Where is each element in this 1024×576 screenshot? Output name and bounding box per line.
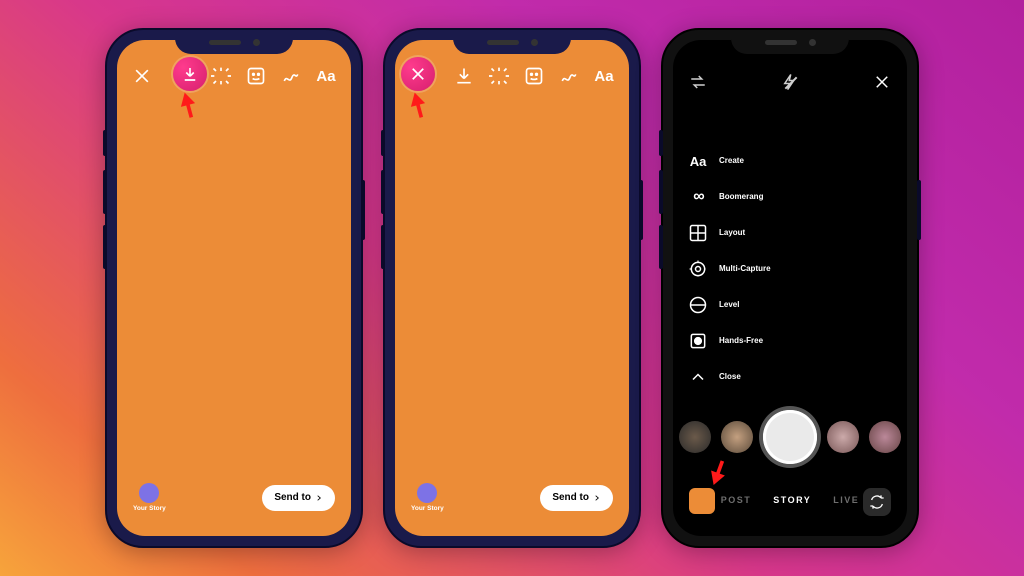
story-editor-screen: Aa Your Story Send to	[395, 40, 629, 536]
effects-icon[interactable]	[488, 65, 510, 87]
tool-layout[interactable]: Layout	[687, 222, 771, 244]
your-story-label: Your Story	[411, 506, 444, 513]
filter-thumb[interactable]	[721, 421, 753, 453]
tool-multi-capture[interactable]: Multi-Capture	[687, 258, 771, 280]
camera-tools-list: AaCreate ∞Boomerang Layout Multi-Capture…	[687, 150, 771, 388]
sticker-icon[interactable]	[523, 65, 545, 87]
notch	[453, 30, 571, 54]
highlight-ring-download	[173, 57, 207, 91]
pointer-arrow	[177, 90, 199, 120]
your-story-label: Your Story	[133, 506, 166, 513]
send-to-label: Send to	[274, 493, 311, 503]
pointer-arrow	[407, 90, 429, 120]
draw-icon[interactable]	[558, 65, 580, 87]
filter-thumb[interactable]	[827, 421, 859, 453]
your-story-button[interactable]: Your Story	[411, 483, 444, 513]
your-story-button[interactable]: Your Story	[133, 483, 166, 513]
notch	[175, 30, 293, 54]
story-editor-screen: Aa Your Story Send to	[117, 40, 351, 536]
tool-hands-free[interactable]: Hands-Free	[687, 330, 771, 352]
phone-mock-2: Aa Your Story Send to	[383, 28, 641, 548]
mode-post[interactable]: POST	[721, 496, 752, 505]
close-icon[interactable]	[131, 65, 153, 87]
text-icon[interactable]: Aa	[315, 65, 337, 87]
send-to-button[interactable]: Send to	[262, 485, 335, 511]
send-to-button[interactable]: Send to	[540, 485, 613, 511]
tool-create[interactable]: AaCreate	[687, 150, 771, 172]
switch-camera-icon[interactable]	[863, 488, 891, 516]
mode-live[interactable]: LIVE	[833, 496, 859, 505]
draw-icon[interactable]	[280, 65, 302, 87]
phone-mock-1: Aa Your Story Send to	[105, 28, 363, 548]
sticker-icon[interactable]	[245, 65, 267, 87]
tool-close-list[interactable]: Close	[687, 366, 771, 388]
close-icon[interactable]	[873, 73, 891, 96]
editor-toolbar: Aa	[453, 65, 615, 87]
settings-icon[interactable]	[689, 73, 707, 96]
your-story-avatar	[139, 483, 159, 503]
text-icon[interactable]: Aa	[593, 65, 615, 87]
tool-level[interactable]: Level	[687, 294, 771, 316]
notch	[731, 30, 849, 54]
tool-boomerang[interactable]: ∞Boomerang	[687, 186, 771, 208]
download-icon[interactable]	[453, 65, 475, 87]
shutter-button[interactable]	[763, 410, 817, 464]
your-story-avatar	[417, 483, 437, 503]
filter-thumb[interactable]	[679, 421, 711, 453]
mode-story[interactable]: STORY	[773, 496, 811, 505]
effects-icon[interactable]	[210, 65, 232, 87]
highlight-ring-close	[401, 57, 435, 91]
filter-strip	[673, 410, 907, 464]
send-to-label: Send to	[552, 493, 589, 503]
phone-mock-3: AaCreate ∞Boomerang Layout Multi-Capture…	[661, 28, 919, 548]
camera-screen: AaCreate ∞Boomerang Layout Multi-Capture…	[673, 40, 907, 536]
filter-thumb[interactable]	[869, 421, 901, 453]
flash-off-icon[interactable]	[781, 73, 799, 96]
